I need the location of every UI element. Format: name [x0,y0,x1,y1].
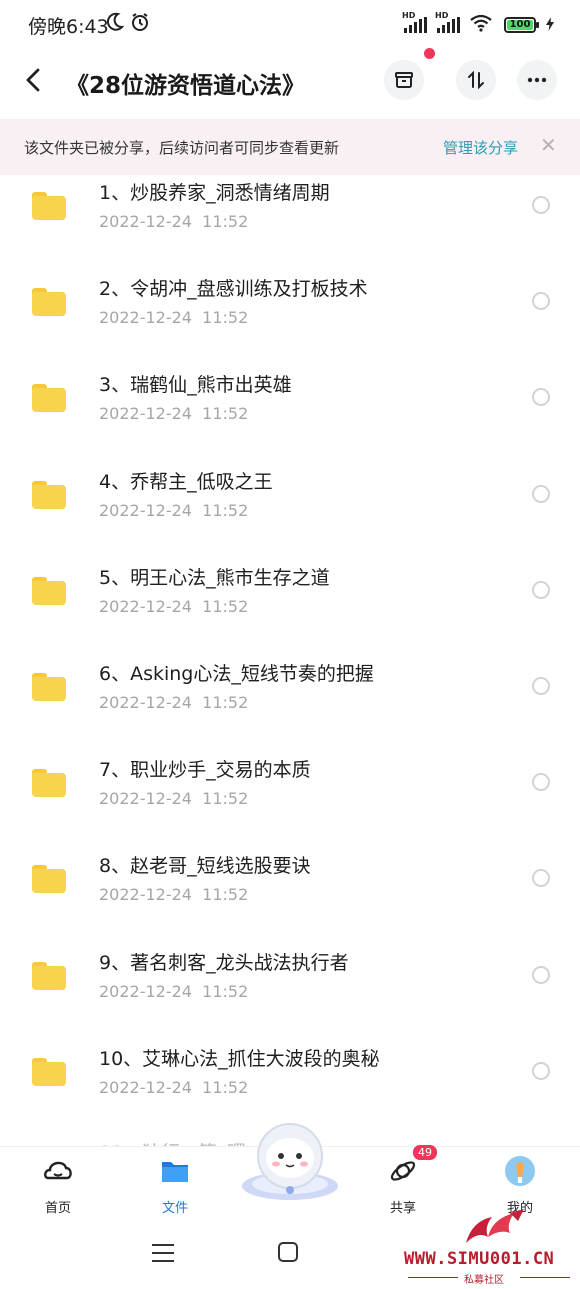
inbox-icon [395,72,413,88]
transfer-button[interactable] [384,60,424,100]
folder-name: 1、炒股养家_洞悉情绪周期 [99,182,330,204]
status-time: 傍晚6:43 [28,16,109,38]
more-dots-icon [527,77,547,83]
folder-icon [32,865,66,894]
folder-icon [140,1155,210,1187]
folder-icon [32,480,66,509]
folder-icon [32,384,66,413]
folder-icon [32,192,66,220]
select-checkbox[interactable] [532,196,550,214]
folder-name: 9、著名刺客_龙头战法执行者 [99,951,349,974]
select-checkbox[interactable] [532,1061,550,1080]
folder-icon [32,288,66,317]
folder-date: 2022-12-24 11:52 [99,404,249,424]
nav-files[interactable]: 文件 [140,1155,210,1216]
share-banner: 该文件夹已被分享，后续访问者可同步查看更新 管理该分享 ✕ [0,119,580,175]
share-banner-text: 该文件夹已被分享，后续访问者可同步查看更新 [24,139,340,157]
avatar [485,1155,555,1187]
home-gesture-button[interactable] [278,1242,298,1262]
folder-name: 3、瑞鹤仙_熊市出英雄 [99,374,292,397]
recent-apps-button[interactable] [152,1244,174,1268]
signal-icon: HD [402,11,427,33]
wifi-icon [470,14,492,36]
folder-date: 2022-12-24 11:52 [99,885,249,905]
folder-date: 2022-12-24 11:52 [99,693,249,712]
folder-date: 2022-12-24 11:52 [99,789,249,809]
folder-name: 2、令胡冲_盘感训练及打板技术 [99,278,368,301]
list-item[interactable]: 9、著名刺客_龙头战法执行者 2022-12-24 11:52 [0,945,580,1041]
list-item[interactable]: 4、乔帮主_低吸之王 2022-12-24 11:52 [0,464,580,560]
back-button[interactable] [18,64,50,96]
list-item[interactable]: 5、明王心法_熊市生存之道 2022-12-24 11:52 [0,560,580,656]
header: 《28位游资悟道心法》 [0,48,580,112]
select-checkbox[interactable] [532,773,550,792]
charging-icon [546,16,554,35]
list-item[interactable]: 8、赵老哥_短线选股要诀 2022-12-24 11:52 [0,848,580,944]
battery-icon: 100 [504,17,539,33]
folder-date: 2022-12-24 11:52 [99,596,249,616]
folder-date: 2022-12-24 11:52 [99,308,249,328]
moon-icon [106,12,125,37]
more-button[interactable] [517,60,557,100]
select-checkbox[interactable] [532,869,550,888]
folder-name: 4、乔帮主_低吸之王 [99,470,273,493]
folder-name: 7、职业炒手_交易的本质 [99,759,311,782]
watermark-logo-icon [466,1209,524,1243]
select-checkbox[interactable] [532,484,550,503]
watermark-subtext: 私募社区 [464,1275,504,1286]
folder-name: 6、Asking心法_短线节奏的把握 [99,663,374,685]
watermark: WWW.SIMU001.CN 私募社区 [400,1207,578,1286]
signal-icon: HD [435,11,460,33]
select-checkbox[interactable] [532,388,550,407]
page-title: 《28位游资悟道心法》 [66,73,306,99]
sort-icon [468,70,484,90]
list-item[interactable]: 3、瑞鹤仙_熊市出英雄 2022-12-24 11:52 [0,367,580,463]
alarm-icon [130,12,150,37]
list-item[interactable]: 6、Asking心法_短线节奏的把握 2022-12-24 11:52 [0,656,580,752]
watermark-text: WWW.SIMU001.CN [404,1249,555,1269]
folder-date: 2022-12-24 11:52 [99,500,249,520]
sort-button[interactable] [456,60,496,100]
folder-date: 2022-12-24 11:52 [99,981,249,1001]
select-checkbox[interactable] [532,580,550,599]
folder-name: 8、赵老哥_短线选股要诀 [99,855,311,878]
status-bar: 傍晚6:43 HD HD 100 [0,0,580,50]
chevron-left-icon [26,68,40,92]
share-badge: 49 [411,1143,439,1162]
list-item[interactable]: 7、职业炒手_交易的本质 2022-12-24 11:52 [0,752,580,848]
folder-name: 10、艾琳心法_抓住大波段的奥秘 [99,1047,380,1070]
mascot-assistant-button[interactable] [238,1114,342,1202]
folder-name: 5、明王心法_熊市生存之道 [99,566,330,589]
select-checkbox[interactable] [532,965,550,984]
folder-icon [32,576,66,605]
close-icon[interactable]: ✕ [540,133,557,157]
folder-icon [32,961,66,990]
folder-date: 2022-12-24 11:52 [99,1077,249,1097]
manage-share-link[interactable]: 管理该分享 [443,137,518,158]
home-icon [23,1155,93,1187]
list-item[interactable]: 1、炒股养家_洞悉情绪周期 2022-12-24 11:52 [0,175,580,271]
folder-icon [32,1057,66,1086]
folder-icon [32,769,66,798]
select-checkbox[interactable] [532,292,550,311]
nav-home[interactable]: 首页 [23,1155,93,1216]
folder-date: 2022-12-24 11:52 [99,212,249,231]
select-checkbox[interactable] [532,677,550,695]
list-item[interactable]: 2、令胡冲_盘感训练及打板技术 2022-12-24 11:52 [0,271,580,367]
folder-icon [32,673,66,701]
notification-dot [424,48,435,59]
